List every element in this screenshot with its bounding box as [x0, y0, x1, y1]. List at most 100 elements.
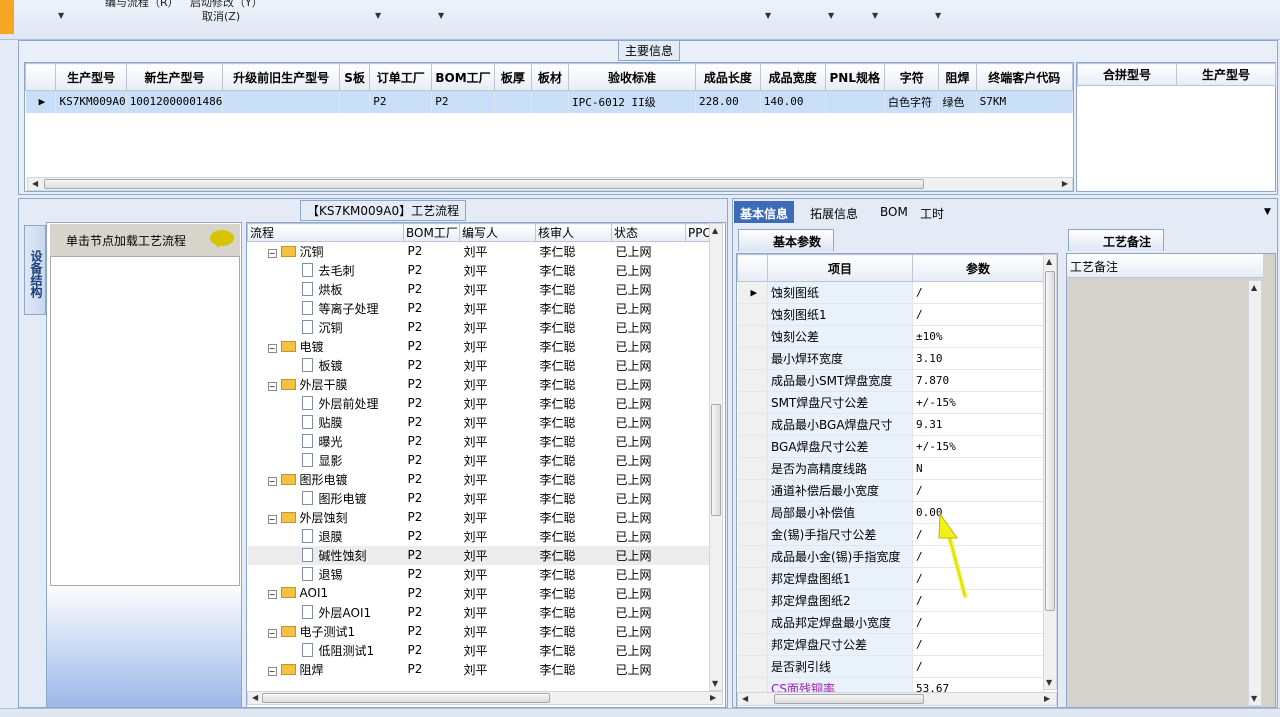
table-cell[interactable]: 已上网 — [612, 451, 686, 470]
tree-row[interactable]: 图形电镀 P2 刘平 李仁聪 已上网 — [248, 489, 710, 508]
table-cell[interactable]: 已上网 — [612, 527, 686, 546]
table-cell[interactable] — [686, 280, 710, 299]
table-cell[interactable]: 已上网 — [612, 261, 686, 280]
table-cell[interactable]: 李仁聪 — [536, 622, 612, 641]
merge-col-production-model[interactable]: 生产型号 — [1176, 63, 1276, 86]
table-cell[interactable]: P2 — [404, 261, 460, 280]
table-cell[interactable]: 已上网 — [612, 603, 686, 622]
param-row[interactable]: 成品最小SMT焊盘宽度 7.870 — [737, 369, 1044, 392]
table-cell[interactable]: 已上网 — [612, 565, 686, 584]
process-col-header[interactable]: BOM工厂 — [403, 223, 460, 242]
param-row[interactable]: 成品最小BGA焊盘尺寸 9.31 — [737, 413, 1044, 436]
table-cell[interactable]: 已上网 — [612, 337, 686, 356]
tree-node[interactable]: 沉铜 — [248, 318, 404, 337]
table-cell[interactable] — [339, 90, 371, 113]
table-cell[interactable] — [686, 451, 710, 470]
chevron-down-icon[interactable]: ▼ — [935, 11, 941, 20]
param-value[interactable]: / — [912, 655, 1044, 678]
table-cell[interactable]: 刘平 — [460, 318, 536, 337]
collapse-toggle-icon[interactable]: − — [267, 476, 277, 486]
tree-row[interactable]: − 外层干膜 P2 刘平 李仁聪 已上网 — [248, 375, 710, 394]
table-cell[interactable] — [686, 527, 710, 546]
main-col-header[interactable]: BOM工厂 — [431, 63, 495, 91]
table-cell[interactable]: 刘平 — [460, 660, 536, 679]
table-cell[interactable]: P2 — [404, 508, 460, 527]
param-row[interactable]: BGA焊盘尺寸公差 +/-15% — [737, 435, 1044, 458]
table-cell[interactable]: 刘平 — [460, 413, 536, 432]
scroll-thumb[interactable] — [774, 694, 924, 704]
param-row[interactable]: 邦定焊盘尺寸公差 / — [737, 633, 1044, 656]
tree-row[interactable]: 板镀 P2 刘平 李仁聪 已上网 — [248, 356, 710, 375]
subtab-process-notes[interactable]: 工艺备注 — [1068, 229, 1164, 251]
table-cell[interactable]: 刘平 — [460, 299, 536, 318]
table-cell[interactable]: P2 — [404, 375, 460, 394]
table-cell[interactable] — [686, 242, 710, 261]
table-cell[interactable]: 已上网 — [612, 508, 686, 527]
tree-node[interactable]: − 外层蚀刻 — [248, 508, 404, 527]
table-cell[interactable]: KS7KM009A0 — [55, 90, 127, 113]
subtab-basic-params[interactable]: 基本参数 — [738, 229, 834, 251]
main-col-header[interactable]: 成品宽度 — [759, 63, 826, 91]
param-value[interactable]: 3.10 — [912, 347, 1044, 370]
table-cell[interactable]: 已上网 — [612, 318, 686, 337]
table-cell[interactable] — [686, 318, 710, 337]
table-cell[interactable] — [686, 299, 710, 318]
scroll-thumb[interactable] — [1045, 271, 1055, 611]
table-cell[interactable]: 已上网 — [612, 622, 686, 641]
table-cell[interactable]: 刘平 — [460, 470, 536, 489]
table-cell[interactable]: 李仁聪 — [536, 261, 612, 280]
table-cell[interactable]: P2 — [404, 603, 460, 622]
table-cell[interactable]: 李仁聪 — [536, 660, 612, 679]
param-item[interactable]: 局部最小补偿值 — [767, 501, 913, 524]
table-cell[interactable]: 刘平 — [460, 527, 536, 546]
tree-node[interactable]: − AOI1 — [248, 584, 404, 603]
params-col-item[interactable]: 项目 — [767, 254, 913, 282]
collapse-toggle-icon[interactable]: − — [267, 514, 277, 524]
table-cell[interactable]: 已上网 — [611, 545, 686, 565]
table-cell[interactable]: 刘平 — [460, 489, 536, 508]
table-cell[interactable]: 刘平 — [460, 641, 536, 660]
param-value[interactable]: / — [912, 479, 1044, 502]
tab-equipment-structure[interactable]: 设备结构 — [24, 225, 46, 315]
table-cell[interactable]: 李仁聪 — [536, 470, 612, 489]
param-row[interactable]: ▶ 蚀刻图纸 / — [737, 281, 1044, 304]
tree-row[interactable]: − 外层蚀刻 P2 刘平 李仁聪 已上网 — [248, 508, 710, 527]
main-col-header[interactable]: PNL规格 — [824, 63, 885, 91]
table-cell[interactable] — [531, 90, 569, 113]
process-col-header[interactable]: 核审人 — [535, 223, 612, 242]
table-cell[interactable] — [686, 641, 710, 660]
merge-col-model[interactable]: 合拼型号 — [1077, 63, 1177, 86]
tree-node[interactable]: 外层AOI1 — [248, 603, 404, 622]
table-cell[interactable]: P2 — [404, 470, 460, 489]
collapse-toggle-icon[interactable]: − — [267, 628, 277, 638]
param-item[interactable]: 成品最小SMT焊盘宽度 — [767, 369, 913, 392]
cancel-button[interactable]: 取消(Z) — [202, 8, 240, 24]
main-col-header[interactable]: 板材 — [530, 63, 569, 91]
chevron-down-icon[interactable]: ▼ — [828, 11, 834, 20]
chevron-down-icon[interactable]: ▼ — [765, 11, 771, 20]
table-cell[interactable]: 刘平 — [460, 261, 536, 280]
table-cell[interactable]: 李仁聪 — [536, 603, 612, 622]
params-col-value[interactable]: 参数 — [912, 254, 1044, 282]
table-cell[interactable]: 李仁聪 — [536, 337, 612, 356]
table-cell[interactable]: P2 — [404, 299, 460, 318]
table-cell[interactable]: 已上网 — [612, 280, 686, 299]
table-cell[interactable]: P2 — [369, 90, 433, 113]
param-value[interactable]: 7.870 — [912, 369, 1044, 392]
table-cell[interactable]: P2 — [403, 545, 460, 565]
param-value[interactable]: / — [912, 523, 1044, 546]
process-col-header[interactable]: PPC — [685, 223, 710, 242]
param-row[interactable]: 邦定焊盘图纸2/ — [737, 589, 1044, 612]
scroll-thumb[interactable] — [262, 693, 550, 703]
param-item[interactable]: 成品最小金(锡)手指宽度 — [767, 545, 913, 568]
param-value[interactable]: / — [912, 589, 1044, 612]
tree-node[interactable]: 板镀 — [248, 356, 404, 375]
table-cell[interactable]: 李仁聪 — [536, 565, 612, 584]
table-cell[interactable]: 刘平 — [460, 622, 536, 641]
tree-row[interactable]: − 图形电镀 P2 刘平 李仁聪 已上网 — [248, 470, 710, 489]
collapse-toggle-icon[interactable]: − — [267, 381, 277, 391]
table-cell[interactable] — [686, 394, 710, 413]
param-item[interactable]: 邦定焊盘尺寸公差 — [767, 633, 913, 656]
tree-row[interactable]: 外层AOI1 P2 刘平 李仁聪 已上网 — [248, 603, 710, 622]
param-item[interactable]: BGA焊盘尺寸公差 — [767, 435, 913, 458]
